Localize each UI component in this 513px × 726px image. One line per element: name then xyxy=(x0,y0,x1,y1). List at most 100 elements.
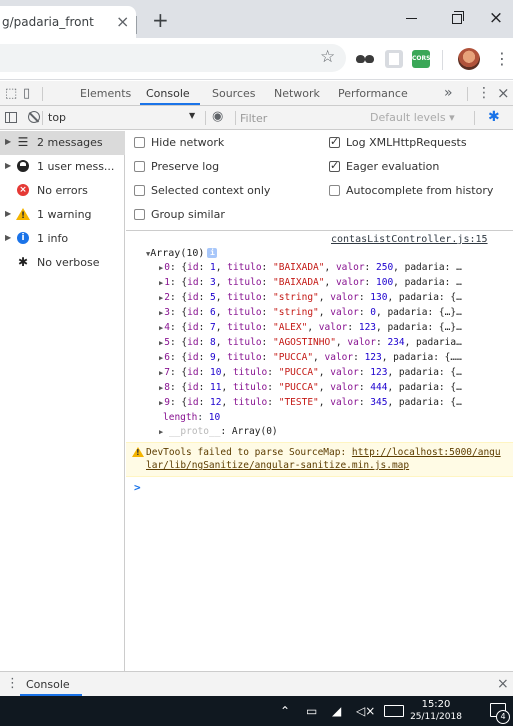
item-key-id: id xyxy=(187,352,199,363)
new-tab-button[interactable]: + xyxy=(152,10,169,30)
browser-tab[interactable]: g/padaria_front × xyxy=(0,6,136,38)
volume-muted-icon[interactable]: ◁× xyxy=(356,704,375,718)
devtools-menu-icon[interactable]: ⋮ xyxy=(477,85,491,101)
array-item-row[interactable]: ▶9: {id: 12, titulo: "TESTE", valor: 345… xyxy=(159,397,504,410)
chevron-up-icon[interactable]: ⌃ xyxy=(280,704,290,718)
item-rest: , padaria: {… xyxy=(387,397,462,408)
expand-arrow-icon[interactable]: ▶ xyxy=(159,339,163,347)
item-rest: , padaria: {…… xyxy=(381,352,462,363)
star-icon[interactable]: ☆ xyxy=(320,47,335,67)
expand-arrow-icon[interactable]: ▶ xyxy=(159,369,163,377)
clock-date: 25/11/2018 xyxy=(410,712,462,722)
array-item-row[interactable]: ▶2: {id: 5, titulo: "string", valor: 130… xyxy=(159,292,504,305)
tab-console[interactable]: Console xyxy=(146,87,190,100)
expand-arrow-icon[interactable]: ▶ xyxy=(159,428,163,436)
expand-arrow-icon[interactable]: ▶ xyxy=(159,384,163,392)
tab-sources[interactable]: Sources xyxy=(212,87,256,100)
window-maximize-button[interactable] xyxy=(440,6,474,30)
more-tabs-button[interactable]: » xyxy=(444,85,453,101)
console-prompt[interactable]: > xyxy=(134,481,141,494)
array-item-row[interactable]: ▶4: {id: 7, titulo: "ALEX", valor: 123, … xyxy=(159,322,504,335)
array-item-row[interactable]: ▶0: {id: 1, titulo: "BAIXADA", valor: 25… xyxy=(159,262,504,275)
item-titulo: "BAIXADA" xyxy=(273,262,325,273)
source-link[interactable]: contasListController.js:15 xyxy=(331,234,488,245)
expand-arrow-icon[interactable]: ▶ xyxy=(159,279,163,287)
tab-performance[interactable]: Performance xyxy=(338,87,408,100)
expand-arrow-icon[interactable]: ▶ xyxy=(5,161,11,170)
toolbar-separator xyxy=(235,111,236,125)
expand-arrow-icon[interactable]: ▶ xyxy=(159,324,163,332)
sidebar-toggle-icon[interactable] xyxy=(5,112,17,123)
address-bar[interactable]: ☆ xyxy=(0,44,346,72)
browser-toolbar: ☆ CORS ⋮ xyxy=(0,38,513,80)
window-close-button[interactable]: × xyxy=(479,6,513,30)
expand-arrow-icon[interactable]: ▶ xyxy=(159,309,163,317)
expand-arrow-icon[interactable]: ▶ xyxy=(159,294,163,302)
checkbox[interactable] xyxy=(134,137,145,148)
array-item-row[interactable]: ▶3: {id: 6, titulo: "string", valor: 0, … xyxy=(159,307,504,320)
expand-arrow-icon[interactable]: ▶ xyxy=(5,233,11,242)
window-minimize-button[interactable] xyxy=(394,6,428,30)
cors-extension-icon[interactable]: CORS xyxy=(412,50,430,68)
item-key-titulo: titulo xyxy=(227,352,262,363)
item-index: 7 xyxy=(164,367,170,378)
array-item-row[interactable]: ▶6: {id: 9, titulo: "PUCCA", valor: 123,… xyxy=(159,352,504,365)
drawer-tab-console[interactable]: Console xyxy=(20,678,76,691)
minimize-icon xyxy=(405,18,417,19)
array-item-row[interactable]: ▶1: {id: 3, titulo: "BAIXADA", valor: 10… xyxy=(159,277,504,290)
wifi-icon[interactable]: ◢ xyxy=(332,704,341,718)
tab-separator xyxy=(467,87,468,101)
tab-close-icon[interactable]: × xyxy=(116,12,129,31)
expand-arrow-icon[interactable]: ▶ xyxy=(5,137,11,146)
tab-network[interactable]: Network xyxy=(274,87,320,100)
array-item-row[interactable]: ▶8: {id: 11, titulo: "PUCCA", valor: 444… xyxy=(159,382,504,395)
pdf-extension-icon[interactable] xyxy=(385,50,403,68)
device-toolbar-icon[interactable]: ▯ xyxy=(23,86,30,101)
checkbox[interactable] xyxy=(329,135,340,148)
array-header[interactable]: ▼Array(10) i xyxy=(146,248,218,259)
checkbox[interactable] xyxy=(329,159,340,172)
keyboard-icon[interactable] xyxy=(384,705,404,717)
clear-console-icon[interactable] xyxy=(28,111,40,123)
setting-label: Group similar xyxy=(151,208,225,221)
sidebar-item-user-messages[interactable]: ▶ 1 user mess... xyxy=(0,155,125,179)
checkbox[interactable] xyxy=(134,161,145,172)
expand-arrow-icon[interactable]: ▶ xyxy=(159,399,163,407)
item-index: 5 xyxy=(164,337,170,348)
tab-elements[interactable]: Elements xyxy=(80,87,131,100)
live-expression-eye-icon[interactable]: ◉ xyxy=(212,109,223,124)
expand-arrow-icon[interactable]: ▶ xyxy=(159,354,163,362)
drawer-close-icon[interactable]: × xyxy=(497,676,509,692)
log-levels-dropdown[interactable]: Default levels ▾ xyxy=(370,111,455,124)
array-proto[interactable]: ▶ __proto__: Array(0) xyxy=(159,426,278,437)
item-titulo: "ALEX" xyxy=(273,322,308,333)
sidebar-item-messages[interactable]: ▶ ☰ 2 messages xyxy=(0,131,125,155)
checkbox[interactable] xyxy=(134,185,145,196)
sidebar-item-verbose[interactable]: ✱ No verbose xyxy=(0,251,125,275)
gear-icon[interactable]: ✱ xyxy=(488,109,500,125)
expand-arrow-icon[interactable]: ▶ xyxy=(159,264,163,272)
kebab-menu-icon[interactable]: ⋮ xyxy=(494,47,510,71)
item-key-id: id xyxy=(187,367,199,378)
taskbar-clock[interactable]: 15:20 25/11/2018 xyxy=(408,699,464,723)
info-icon[interactable]: i xyxy=(207,248,218,258)
mustache-extension-icon[interactable] xyxy=(356,52,376,66)
checkbox[interactable] xyxy=(134,209,145,220)
item-key-id: id xyxy=(187,337,199,348)
profile-avatar[interactable] xyxy=(458,48,480,70)
filter-input[interactable] xyxy=(240,109,360,127)
context-selector[interactable]: top xyxy=(48,111,66,124)
sidebar-item-info[interactable]: ▶ i 1 info xyxy=(0,227,125,251)
devtools-close-icon[interactable]: × xyxy=(497,84,510,102)
network-icon[interactable]: ▭ xyxy=(306,704,317,718)
sidebar-item-errors[interactable]: × No errors xyxy=(0,179,125,203)
checkbox[interactable] xyxy=(329,185,340,196)
expand-arrow-icon[interactable]: ▶ xyxy=(5,209,11,218)
array-item-row[interactable]: ▶5: {id: 8, titulo: "AGOSTINHO", valor: … xyxy=(159,337,504,350)
setting-label: Eager evaluation xyxy=(346,160,440,173)
inspect-element-icon[interactable]: ⬚ xyxy=(5,86,17,101)
drawer-menu-icon[interactable]: ⋮ xyxy=(6,676,19,691)
chevron-down-icon[interactable]: ▼ xyxy=(189,111,195,120)
array-item-row[interactable]: ▶7: {id: 10, titulo: "PUCCA", valor: 123… xyxy=(159,367,504,380)
sidebar-item-warnings[interactable]: ▶ 1 warning xyxy=(0,203,125,227)
